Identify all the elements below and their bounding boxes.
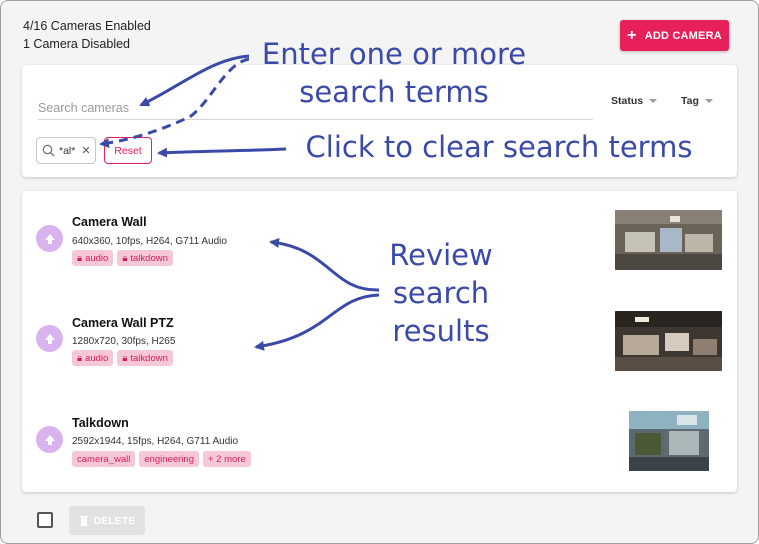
camera-row[interactable]: Talkdown 2592x1944, 15fps, H264, G711 Au… xyxy=(22,391,737,481)
camera-tags: camera_wall engineering + 2 more xyxy=(72,451,251,467)
camera-name[interactable]: Talkdown xyxy=(72,416,129,430)
trash-icon xyxy=(79,515,88,526)
tag-chip: 🔒︎ audio xyxy=(72,250,114,266)
chevron-down-icon xyxy=(704,99,713,103)
reset-button[interactable]: Reset xyxy=(104,137,152,164)
lock-icon: 🔒︎ xyxy=(122,352,128,364)
more-tags-chip[interactable]: + 2 more xyxy=(202,451,251,467)
plus-icon: + xyxy=(627,26,637,44)
chevron-down-icon xyxy=(649,99,658,103)
tag-filter-label: Tag xyxy=(681,95,699,107)
camera-thumbnail[interactable] xyxy=(615,311,722,371)
camera-name[interactable]: Camera Wall PTZ xyxy=(72,316,174,330)
tag-chip: camera_wall xyxy=(72,451,136,467)
upload-icon[interactable] xyxy=(36,426,63,453)
lock-icon: 🔒︎ xyxy=(77,352,83,364)
search-term-label: *al* xyxy=(59,144,76,157)
camera-spec: 1280x720, 30fps, H265 xyxy=(72,336,176,347)
app-frame: 4/16 Cameras Enabled 1 Camera Disabled +… xyxy=(0,0,759,544)
camera-tags: 🔒︎ audio 🔒︎ talkdown xyxy=(72,250,173,266)
upload-icon[interactable] xyxy=(36,225,63,252)
add-camera-label: ADD CAMERA xyxy=(644,29,722,42)
upload-icon[interactable] xyxy=(36,325,63,352)
delete-label: DELETE xyxy=(93,514,136,527)
lock-icon: 🔒︎ xyxy=(122,252,128,264)
tag-chip: 🔒︎ audio xyxy=(72,350,114,366)
camera-thumbnail[interactable] xyxy=(615,210,722,270)
remove-term-icon[interactable]: ✕ xyxy=(81,144,90,157)
status-filter-label: Status xyxy=(611,95,644,107)
tag-chip: 🔒︎ talkdown xyxy=(117,350,173,366)
tag-filter-dropdown[interactable]: Tag xyxy=(681,95,713,107)
add-camera-button[interactable]: + ADD CAMERA xyxy=(620,20,729,51)
lock-icon: 🔒︎ xyxy=(77,252,83,264)
results-callout: Review search results xyxy=(389,238,493,348)
tag-chip: engineering xyxy=(139,451,199,467)
delete-button[interactable]: DELETE xyxy=(69,506,145,535)
camera-thumbnail[interactable] xyxy=(629,411,709,471)
camera-name[interactable]: Camera Wall xyxy=(72,215,147,229)
camera-spec: 640x360, 10fps, H264, G711 Audio xyxy=(72,236,227,247)
tag-chip: 🔒︎ talkdown xyxy=(117,250,173,266)
camera-tags: 🔒︎ audio 🔒︎ talkdown xyxy=(72,350,173,366)
reset-callout: Click to clear search terms xyxy=(305,130,693,164)
camera-spec: 2592x1944, 15fps, H264, G711 Audio xyxy=(72,436,239,447)
status-filter-dropdown[interactable]: Status xyxy=(611,95,658,107)
search-icon xyxy=(42,144,55,157)
search-callout: Enter one or more search terms xyxy=(261,37,527,109)
enabled-count: 4/16 Cameras Enabled xyxy=(23,19,151,33)
select-all-checkbox[interactable] xyxy=(37,512,53,528)
camera-status-summary: 4/16 Cameras Enabled 1 Camera Disabled xyxy=(23,17,151,53)
disabled-count: 1 Camera Disabled xyxy=(23,37,130,51)
search-term-chip[interactable]: *al* ✕ xyxy=(36,137,96,164)
